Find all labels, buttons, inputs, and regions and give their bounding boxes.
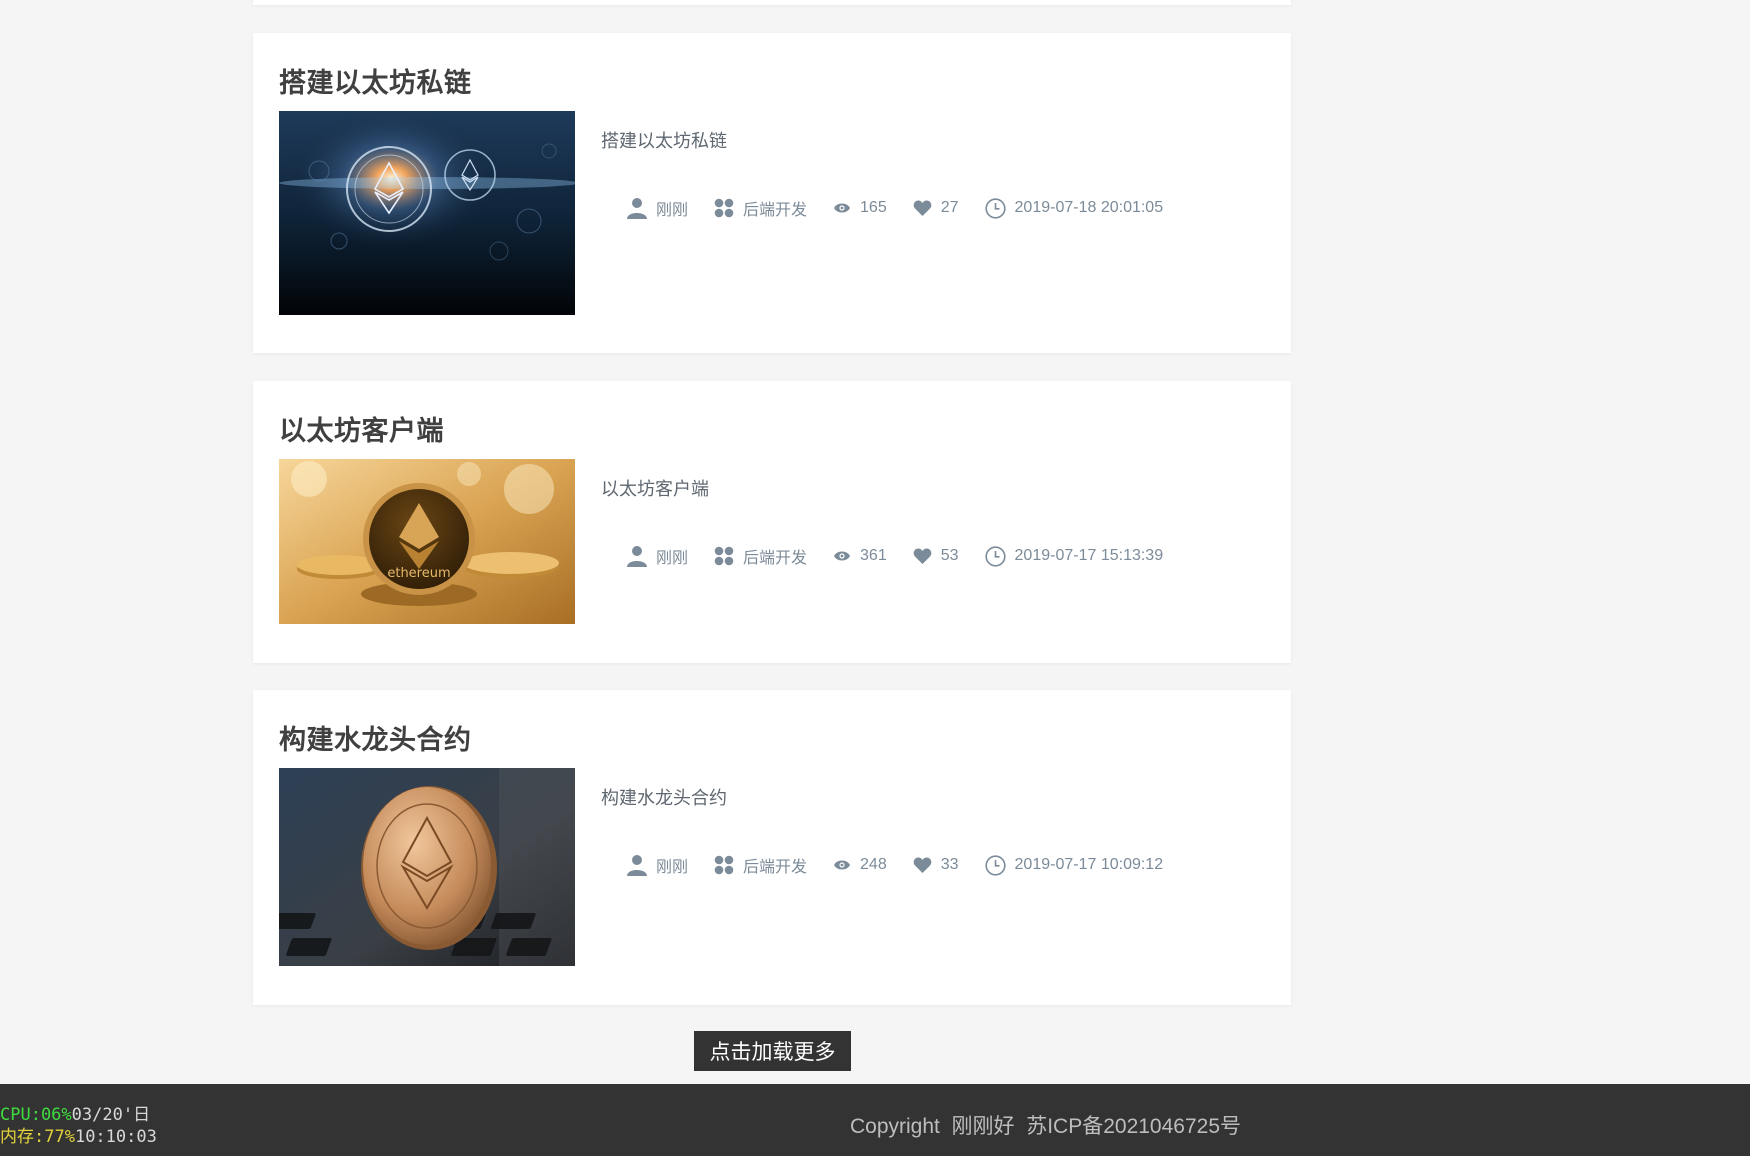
- meta-category[interactable]: 后端开发: [714, 544, 807, 568]
- meta-views: 248: [833, 856, 887, 874]
- author-name: 刚刚: [656, 202, 689, 219]
- meta-views: 361: [833, 547, 887, 565]
- meta-date: 2019-07-17 10:09:12: [984, 854, 1164, 876]
- grid-icon: [714, 855, 734, 875]
- likes-count: 27: [940, 199, 959, 216]
- copyright-text: Copyright 刚刚好 苏ICP备2021046725号: [850, 1115, 1242, 1138]
- meta-likes[interactable]: 27: [913, 199, 959, 217]
- category-label: 后端开发: [743, 859, 808, 876]
- publish-date: 2019-07-17 15:13:39: [1014, 547, 1164, 564]
- clock-icon: [984, 545, 1006, 567]
- article-meta: 刚刚 后端开发 165 27 2019-07-18 20:01:05: [626, 196, 1189, 220]
- author-name: 刚刚: [656, 550, 689, 567]
- meta-views: 165: [833, 199, 887, 217]
- mem-usage: 内存:77%: [0, 1127, 75, 1147]
- likes-count: 33: [940, 856, 959, 873]
- publish-date: 2019-07-17 10:09:12: [1014, 856, 1164, 873]
- article-title[interactable]: 构建水龙头合约: [279, 718, 472, 757]
- eye-icon: [834, 203, 851, 213]
- article-title[interactable]: 以太坊客户端: [279, 409, 444, 448]
- clock-icon: [984, 854, 1006, 876]
- likes-count: 53: [940, 547, 959, 564]
- footer: Copyright 刚刚好 苏ICP备2021046725号 CPU:06%03…: [0, 1084, 1750, 1156]
- grid-icon: [714, 198, 734, 218]
- meta-likes[interactable]: 53: [913, 547, 959, 565]
- system-monitor-mem: 内存:77%10:10:03: [0, 1122, 157, 1147]
- article-summary: 搭建以太坊私链: [601, 131, 727, 151]
- article-card: 构建水龙头合约 构建水龙头合约 刚刚 后端开发 248 33 2019-07-1…: [253, 690, 1291, 1005]
- ethereum-gold-coin-icon: ethereum: [279, 459, 575, 624]
- article-thumbnail[interactable]: [279, 111, 575, 315]
- meta-author[interactable]: 刚刚: [626, 544, 688, 568]
- article-meta: 刚刚 后端开发 361 53 2019-07-17 15:13:39: [626, 544, 1189, 568]
- heart-icon: [913, 548, 932, 564]
- views-count: 248: [860, 856, 887, 873]
- clock-icon: [984, 197, 1006, 219]
- article-card: 以太坊客户端 ethereum 以太坊客户端 刚刚 后端开发 361 53 20…: [253, 381, 1291, 663]
- views-count: 165: [860, 199, 887, 216]
- previous-article-card-edge: [253, 0, 1291, 5]
- eye-icon: [834, 551, 851, 561]
- user-icon: [627, 855, 647, 876]
- meta-author[interactable]: 刚刚: [626, 196, 688, 220]
- category-label: 后端开发: [743, 550, 808, 567]
- views-count: 361: [860, 547, 887, 564]
- article-summary: 以太坊客户端: [601, 479, 709, 499]
- meta-category[interactable]: 后端开发: [714, 196, 807, 220]
- author-name: 刚刚: [656, 859, 689, 876]
- article-thumbnail[interactable]: ethereum: [279, 459, 575, 624]
- publish-date: 2019-07-18 20:01:05: [1014, 199, 1164, 216]
- user-icon: [627, 198, 647, 219]
- meta-date: 2019-07-18 20:01:05: [984, 197, 1164, 219]
- heart-icon: [913, 200, 932, 216]
- ethereum-network-graphic-icon: [279, 111, 575, 315]
- article-meta: 刚刚 后端开发 248 33 2019-07-17 10:09:12: [626, 853, 1189, 877]
- category-label: 后端开发: [743, 202, 808, 219]
- user-icon: [627, 546, 647, 567]
- ethereum-coin-on-keyboard-icon: [279, 768, 575, 966]
- article-thumbnail[interactable]: [279, 768, 575, 966]
- meta-category[interactable]: 后端开发: [714, 853, 807, 877]
- load-more-button[interactable]: 点击加载更多: [694, 1031, 851, 1071]
- meta-date: 2019-07-17 15:13:39: [984, 545, 1164, 567]
- meta-likes[interactable]: 33: [913, 856, 959, 874]
- heart-icon: [913, 857, 932, 873]
- monitor-time: 10:10:03: [74, 1127, 157, 1147]
- svg-text:ethereum: ethereum: [387, 566, 450, 581]
- eye-icon: [834, 860, 851, 870]
- article-summary: 构建水龙头合约: [601, 788, 727, 808]
- article-card: 搭建以太坊私链 搭建以太坊私链 刚刚 后端开发 165 27 2019-07-1…: [253, 33, 1291, 353]
- article-title[interactable]: 搭建以太坊私链: [279, 61, 472, 100]
- meta-author[interactable]: 刚刚: [626, 853, 688, 877]
- grid-icon: [714, 546, 734, 566]
